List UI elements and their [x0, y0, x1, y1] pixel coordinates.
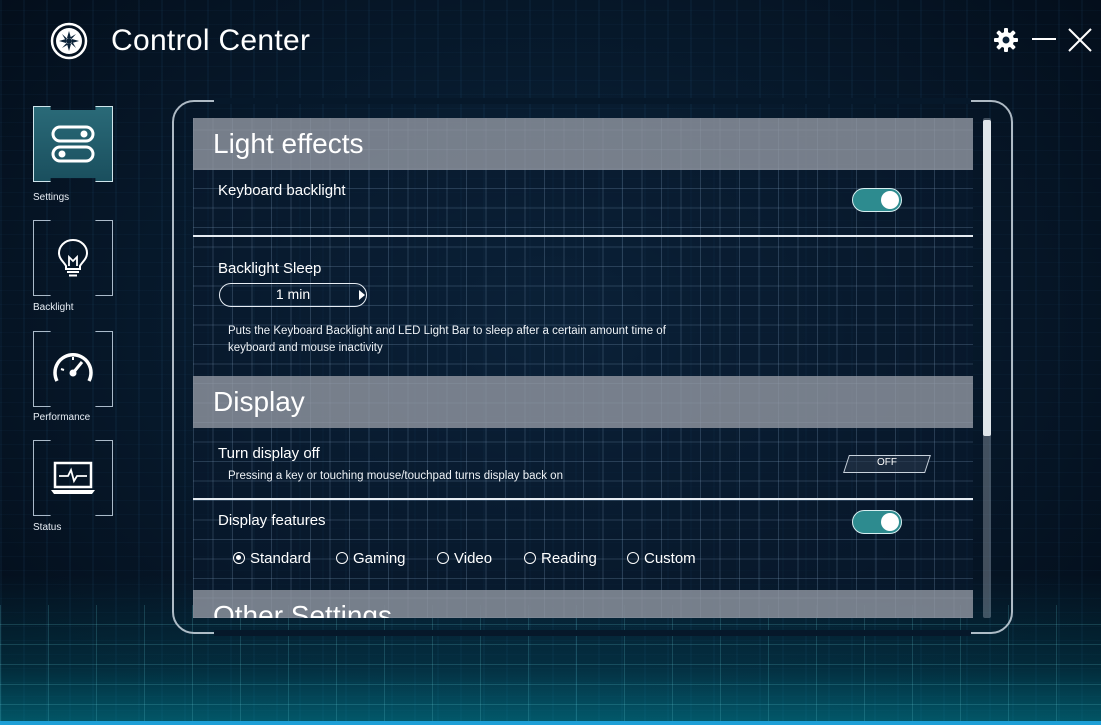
backlight-sleep-selector[interactable]: 1 min — [219, 283, 367, 307]
scrollbar-thumb[interactable] — [983, 120, 991, 436]
sidebar-item-status[interactable] — [33, 440, 113, 516]
section-title: Light effects — [213, 128, 364, 159]
section-title: Display — [213, 386, 305, 417]
divider — [193, 498, 973, 500]
radio-label: Gaming — [353, 549, 406, 567]
section-header-other-settings: Other Settings — [193, 590, 973, 618]
radio-label: Custom — [644, 549, 696, 567]
toggles-icon — [51, 125, 95, 163]
turn-display-off-button[interactable]: OFF — [843, 455, 931, 473]
sidebar-item-performance[interactable] — [33, 331, 113, 407]
sidebar-item-backlight[interactable] — [33, 220, 113, 296]
radio-video[interactable]: Video — [437, 548, 492, 568]
scrollbar-track[interactable] — [983, 118, 991, 618]
section-header-display: Display — [193, 376, 973, 428]
app-title: Control Center — [111, 24, 311, 57]
off-button-label: OFF — [877, 457, 897, 468]
radio-dot — [627, 552, 639, 564]
toggle-knob — [881, 190, 899, 209]
sidebar-item-label: Settings — [33, 192, 70, 203]
minimize-icon[interactable] — [1030, 26, 1058, 54]
radio-dot — [437, 552, 449, 564]
sidebar-item-settings[interactable] — [33, 106, 113, 182]
toggle-knob — [881, 512, 899, 531]
radio-standard[interactable]: Standard — [233, 548, 311, 568]
fan-icon — [50, 22, 88, 60]
speedometer-icon — [53, 353, 93, 382]
section-header-light-effects: Light effects — [193, 118, 973, 170]
arrow-right-icon — [359, 290, 365, 300]
bottom-accent-bar — [0, 721, 1101, 725]
display-features-label: Display features — [218, 512, 326, 529]
radio-dot — [524, 552, 536, 564]
close-icon[interactable] — [1066, 26, 1094, 54]
radio-label: Standard — [250, 549, 311, 567]
lightbulb-icon — [57, 238, 89, 277]
radio-reading[interactable]: Reading — [524, 548, 597, 568]
radio-label: Video — [454, 549, 493, 567]
radio-dot — [336, 552, 348, 564]
laptop-monitor-icon — [51, 461, 95, 494]
settings-content: Light effects Keyboard backlight Backlig… — [193, 118, 973, 618]
radio-label: Reading — [541, 549, 597, 567]
radio-dot-selected — [233, 552, 245, 564]
turn-display-off-description: Pressing a key or touching mouse/touchpa… — [228, 470, 563, 482]
keyboard-backlight-toggle[interactable] — [852, 188, 902, 212]
sidebar-item-label: Backlight — [33, 302, 74, 313]
gear-icon[interactable] — [992, 26, 1020, 54]
section-title: Other Settings — [213, 600, 392, 618]
turn-display-off-label: Turn display off — [218, 445, 320, 462]
display-features-toggle[interactable] — [852, 510, 902, 534]
keyboard-backlight-label: Keyboard backlight — [218, 182, 346, 199]
divider — [193, 235, 973, 237]
sidebar-item-label: Status — [33, 522, 62, 533]
backlight-sleep-description: Puts the Keyboard Backlight and LED Ligh… — [228, 325, 666, 354]
backlight-sleep-label: Backlight Sleep — [218, 260, 322, 277]
sidebar-item-label: Performance — [33, 412, 91, 423]
backlight-sleep-value: 1 min — [275, 286, 311, 302]
radio-gaming[interactable]: Gaming — [336, 548, 406, 568]
radio-custom[interactable]: Custom — [627, 548, 696, 568]
